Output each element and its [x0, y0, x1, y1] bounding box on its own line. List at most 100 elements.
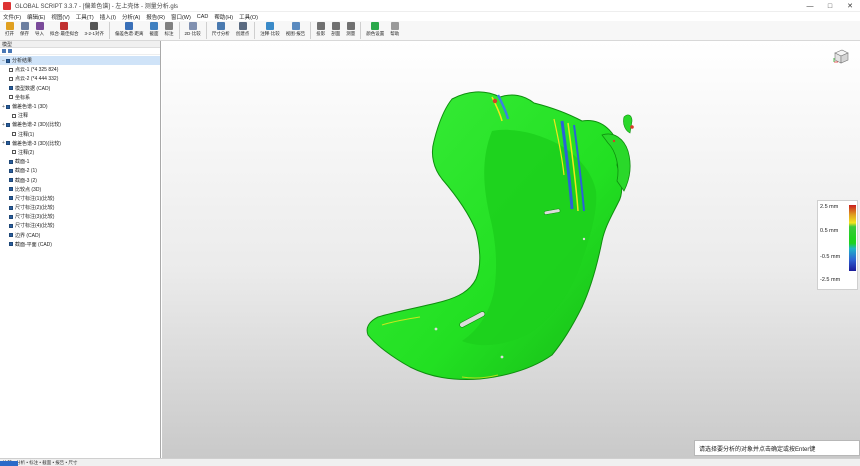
toolbar-button[interactable]: 创建点	[233, 21, 253, 40]
orientation-cube-icon[interactable]	[832, 47, 850, 65]
window-controls: — □ ✕	[800, 0, 860, 12]
menu-item[interactable]: 报告(R)	[143, 13, 168, 21]
tree-item[interactable]: 截面-3 (2)	[0, 175, 160, 184]
toolbar-button[interactable]: 3-2-1对齐	[82, 21, 108, 40]
visibility-checkbox[interactable]	[9, 187, 13, 192]
model-tree-panel: 模型 − 分析结果 点云-1 (*4 325 824) 点云-2 (*4 444 33…	[0, 41, 161, 458]
tree-item[interactable]: 模型数据 (CAD)	[0, 84, 160, 93]
visibility-checkbox[interactable]	[9, 178, 13, 183]
toolbar-button[interactable]: 视图·报告	[283, 21, 309, 40]
visibility-checkbox[interactable]	[9, 86, 13, 91]
toolbar-button-label: 测量	[346, 31, 356, 36]
legend-label-lower-tol: -0.5 mm	[820, 254, 841, 260]
visibility-checkbox[interactable]	[12, 113, 16, 118]
tree-item-label: 截面-3 (2)	[15, 177, 37, 184]
visibility-checkbox[interactable]	[9, 233, 13, 238]
toolbar-button[interactable]: 颜色设置	[363, 21, 387, 40]
toolbar-button[interactable]: 注释·比较	[257, 21, 283, 40]
deviation-spot-red	[492, 98, 498, 104]
tree-item[interactable]: 点云-1 (*4 325 824)	[0, 65, 160, 74]
tree-item[interactable]: 截面-1	[0, 157, 160, 166]
toolbar-button[interactable]: 标注	[162, 21, 177, 40]
toolbar-button-label: 截面	[149, 31, 159, 36]
gdt-icon	[266, 22, 275, 30]
toolbar-button[interactable]: 保存	[17, 21, 32, 40]
tree-item[interactable]: 注释	[0, 111, 160, 120]
visibility-checkbox[interactable]	[9, 242, 13, 247]
toolbar-button[interactable]: 2D·比较	[182, 21, 204, 40]
legend-label-min: -2.5 mm	[820, 277, 841, 283]
tree-item[interactable]: 注释(1)	[0, 130, 160, 139]
menu-item[interactable]: CAD	[194, 14, 212, 20]
toolbar-button[interactable]: 测量	[343, 21, 358, 40]
visibility-checkbox[interactable]	[9, 223, 13, 228]
tree-item[interactable]: + 偏差色谱-3 (3D)(比较)	[0, 139, 160, 148]
visibility-checkbox[interactable]	[9, 67, 13, 72]
visibility-checkbox[interactable]	[9, 95, 13, 100]
panel-tool-icon[interactable]	[2, 49, 6, 53]
tree-item[interactable]: 截面-平面 (CAD)	[0, 240, 160, 249]
minimize-button[interactable]: —	[800, 0, 820, 12]
tree-item[interactable]: 尺寸标注(3)(比较)	[0, 212, 160, 221]
visibility-checkbox[interactable]	[12, 150, 16, 155]
help-icon	[390, 22, 399, 30]
menu-item[interactable]: 帮助(H)	[211, 13, 236, 21]
3d-viewport[interactable]: 2.5 mm 0.5 mm -0.5 mm -2.5 mm	[162, 41, 860, 458]
toolbar-button[interactable]: 打开	[2, 21, 17, 40]
visibility-checkbox[interactable]	[9, 159, 13, 164]
part-model	[366, 91, 634, 380]
visibility-checkbox[interactable]	[9, 214, 13, 219]
toolbar-button[interactable]: 偏差色谱·距离	[112, 21, 147, 40]
tree-item[interactable]: 尺寸标注(1)(比较)	[0, 194, 160, 203]
tree-item[interactable]: 注释(2)	[0, 148, 160, 157]
visibility-checkbox[interactable]	[9, 76, 13, 81]
toolbar-separator	[205, 22, 207, 39]
visibility-checkbox[interactable]	[9, 168, 13, 173]
tree-item[interactable]: + 偏差色谱-2 (3D)(比较)	[0, 120, 160, 129]
color-settings-icon	[371, 22, 380, 30]
toolbar-button[interactable]: 尺寸分析	[209, 21, 233, 40]
toolbar-button[interactable]: 剖面	[328, 21, 343, 40]
toolbar-button[interactable]: 拟合·最佳拟合	[47, 21, 82, 40]
close-button[interactable]: ✕	[840, 0, 860, 12]
tree-item[interactable]: + 偏差色谱-1 (3D)	[0, 102, 160, 111]
toolbar-separator	[360, 22, 362, 39]
panel-tool-icon[interactable]	[8, 49, 12, 53]
menu-item[interactable]: 分析(A)	[119, 13, 143, 21]
tree-item[interactable]: 边界 (CAD)	[0, 231, 160, 240]
menu-item[interactable]: 文件(F)	[0, 13, 24, 21]
visibility-checkbox[interactable]	[6, 141, 10, 146]
tree-item[interactable]: 尺寸标注(2)(比较)	[0, 203, 160, 212]
menu-item[interactable]: 工具(T)	[73, 13, 97, 21]
visibility-checkbox[interactable]	[6, 58, 10, 63]
tree-item[interactable]: 截面-2 (1)	[0, 166, 160, 175]
visibility-checkbox[interactable]	[9, 196, 13, 201]
menu-item[interactable]: 插入(I)	[97, 13, 119, 21]
deviation-icon	[125, 22, 134, 30]
toolbar-button-label: 投影	[316, 31, 326, 36]
toolbar-button[interactable]: 投影	[313, 21, 328, 40]
tree-item[interactable]: 坐标系	[0, 93, 160, 102]
visibility-checkbox[interactable]	[6, 122, 10, 127]
toolbar-button[interactable]: 帮助	[387, 21, 402, 40]
menu-item[interactable]: 编辑(E)	[24, 13, 48, 21]
tree-item-label: 尺寸标注(2)(比较)	[15, 205, 55, 212]
menu-item[interactable]: 工具(O)	[236, 13, 261, 21]
tree-item[interactable]: 比较点 (3D)	[0, 185, 160, 194]
part-tab	[623, 114, 633, 134]
menu-item[interactable]: 视图(V)	[48, 13, 72, 21]
toolbar-button[interactable]: 导入	[32, 21, 47, 40]
toolbar-button-label: 剖面	[331, 31, 341, 36]
visibility-checkbox[interactable]	[9, 205, 13, 210]
tree-item[interactable]: − 分析结果	[0, 56, 160, 66]
tree-item[interactable]: 尺寸标注(4)(比较)	[0, 221, 160, 230]
visibility-checkbox[interactable]	[12, 132, 16, 137]
tree-item-label: 分析结果	[12, 58, 33, 65]
menu-item[interactable]: 窗口(W)	[168, 13, 194, 21]
toolbar-button-label: 2D·比较	[184, 31, 201, 36]
maximize-button[interactable]: □	[820, 0, 840, 12]
tree-item[interactable]: 点云-2 (*4 444 332)	[0, 74, 160, 83]
visibility-checkbox[interactable]	[6, 104, 10, 109]
toolbar-separator	[109, 22, 111, 39]
toolbar-button[interactable]: 截面	[147, 21, 162, 40]
